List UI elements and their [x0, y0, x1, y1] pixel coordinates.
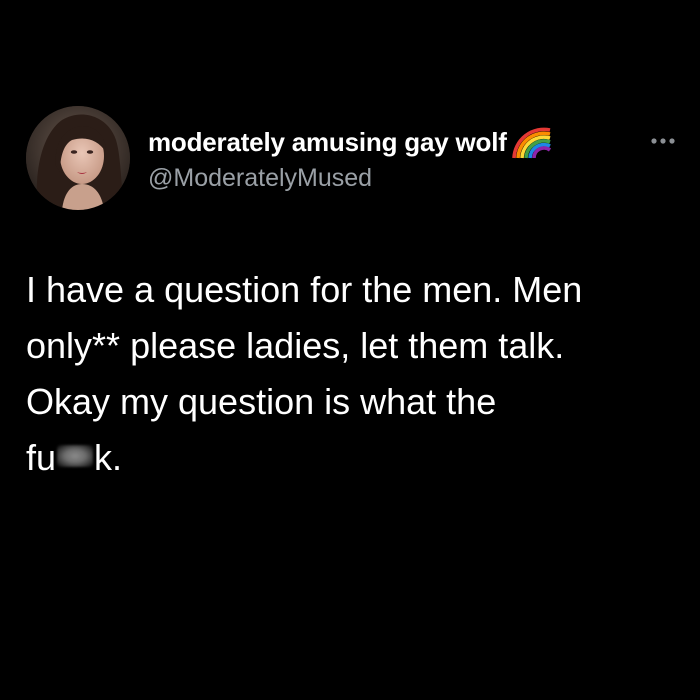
avatar-image	[26, 106, 130, 210]
more-options-button[interactable]	[646, 134, 680, 148]
tweet-text: I have a question for the men. Men only*…	[26, 262, 686, 486]
tweet-text-line: only** please ladies, let them talk.	[26, 325, 565, 366]
tweet-text-fragment: k.	[94, 437, 123, 478]
tweet-text-line: I have a question for the men. Men	[26, 269, 583, 310]
tweet-text-line: Okay my question is what the	[26, 381, 497, 422]
rainbow-emoji-icon	[511, 127, 551, 159]
censor-blur	[57, 445, 94, 468]
tweet-text-line: fu k.	[26, 430, 686, 486]
more-options-icon	[651, 138, 675, 144]
author-name-row: moderately amusing gay wolf	[148, 124, 554, 160]
author-display-name[interactable]: moderately amusing gay wolf	[148, 127, 507, 158]
author-handle[interactable]: @ModeratelyMused	[148, 164, 372, 193]
tweet-card: moderately amusing gay wolf @ModeratelyM…	[0, 0, 700, 700]
tweet-text-fragment: fu	[26, 437, 57, 478]
avatar[interactable]	[26, 106, 130, 210]
